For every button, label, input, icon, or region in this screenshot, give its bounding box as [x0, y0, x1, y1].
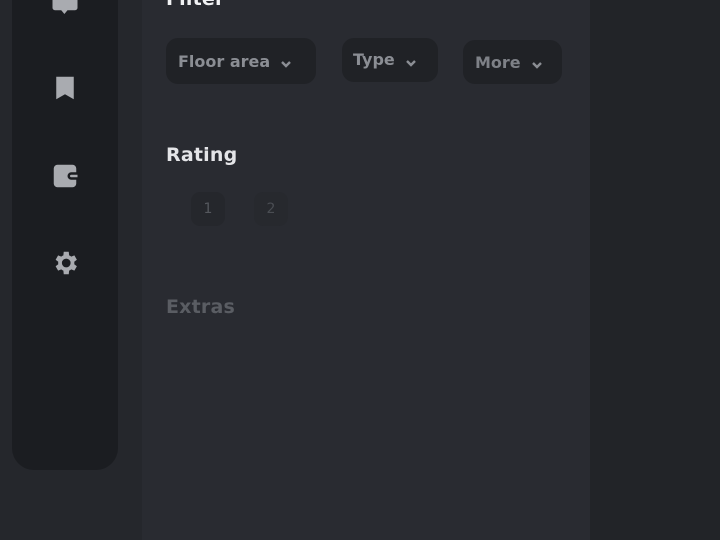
gear-icon[interactable] [49, 247, 81, 279]
rating-option-2[interactable]: 2 [254, 192, 288, 226]
chevron-down-icon [531, 56, 543, 69]
filter-title: Filter [166, 0, 225, 10]
bookmark-icon[interactable] [49, 72, 81, 104]
chevron-down-icon [405, 54, 417, 67]
right-background [590, 0, 720, 540]
extras-title: Extras [166, 296, 236, 318]
rating-option-1[interactable]: 1 [191, 192, 225, 226]
chat-icon[interactable] [49, 0, 81, 20]
type-label: Type [353, 50, 395, 69]
sidebar [12, 0, 118, 470]
more-dropdown[interactable]: More [463, 40, 562, 84]
chevron-down-icon [280, 55, 292, 68]
type-dropdown[interactable]: Type [342, 38, 438, 82]
wallet-icon[interactable] [49, 160, 81, 192]
rating-title: Rating [166, 144, 238, 166]
more-label: More [475, 52, 521, 72]
floor-area-label: Floor area [178, 51, 271, 71]
floor-area-dropdown[interactable]: Floor area [166, 38, 316, 84]
